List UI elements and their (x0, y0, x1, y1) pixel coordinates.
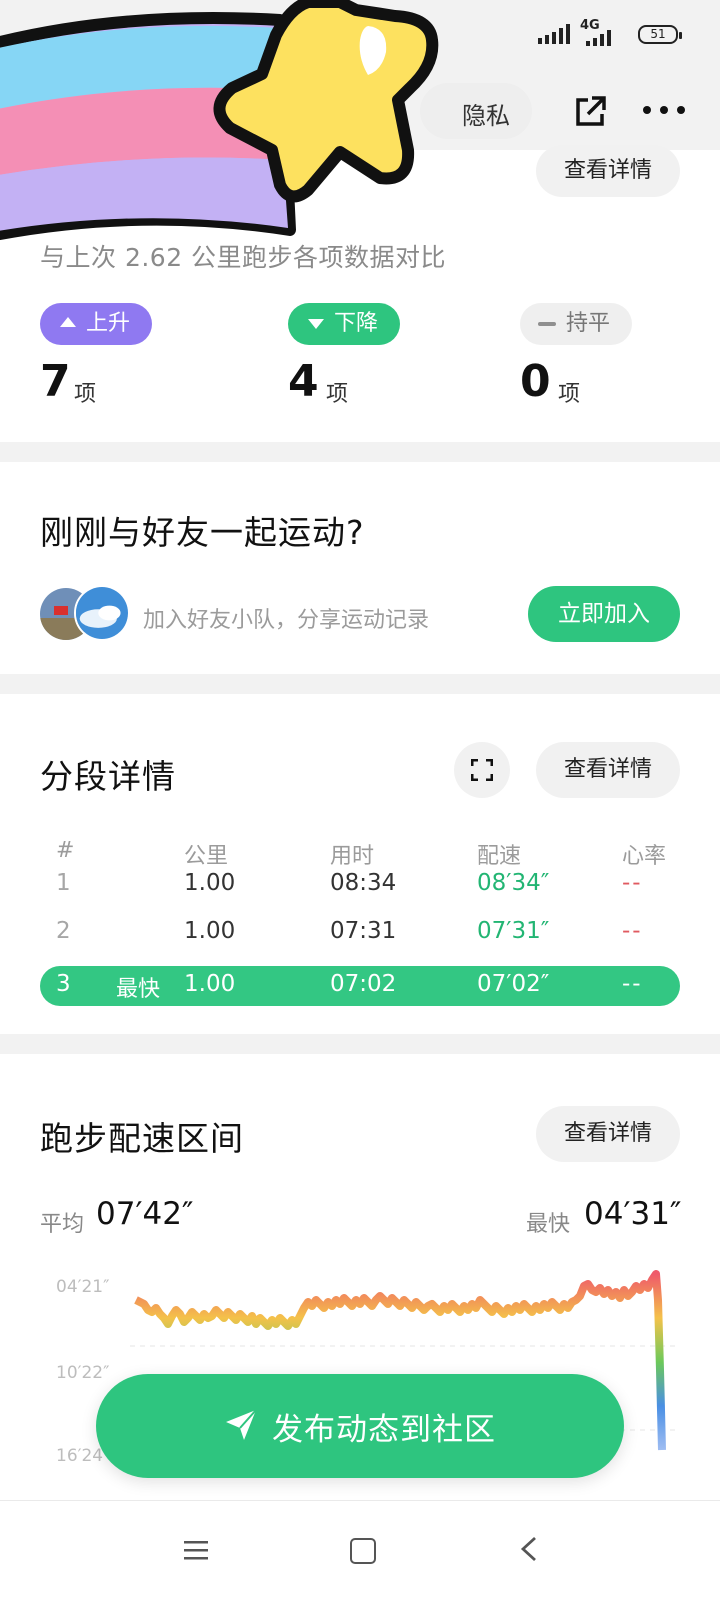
post-to-community-button[interactable]: 发布动态到社区 (96, 1374, 624, 1478)
post-button-label: 发布动态到社区 (272, 1412, 496, 1448)
invite-text: 加入好友小队，分享运动记录 (143, 608, 430, 633)
fastest-split-row: 3 最快 1.00 07:02 07′02″ -- (40, 966, 680, 1006)
col-header-pace: 配速 (477, 844, 522, 869)
triangle-up-icon (60, 317, 76, 327)
friends-card (0, 462, 720, 674)
recent-apps-icon[interactable] (184, 1540, 208, 1560)
split-index: 1 (56, 870, 71, 896)
back-icon[interactable] (520, 1536, 538, 1562)
y-tick-label: 10′22″ (56, 1363, 110, 1383)
split-km: 1.00 (184, 971, 236, 997)
col-header-heart-rate: 心率 (622, 844, 667, 869)
flat-unit: 项 (558, 382, 581, 407)
average-pace-value: 07′42″ (96, 1196, 194, 1232)
down-count: 4 (288, 356, 319, 407)
split-time: 08:34 (330, 870, 397, 896)
split-pace: 07′31″ (477, 918, 550, 944)
send-icon (226, 1409, 257, 1440)
up-label: 上升 (86, 311, 131, 336)
splits-title: 分段详情 (40, 757, 176, 796)
shooting-star-sticker (0, 0, 439, 240)
avatar (74, 585, 130, 641)
split-index: 2 (56, 918, 71, 944)
split-index: 3 (56, 971, 71, 997)
y-tick-label: 04′21″ (56, 1277, 110, 1297)
up-badge: 上升 (40, 303, 152, 345)
col-header-km: 公里 (184, 844, 229, 869)
expand-button[interactable] (454, 742, 510, 798)
fastest-pace-value: 04′31″ (584, 1196, 682, 1232)
average-pace-label: 平均 (40, 1212, 85, 1237)
up-unit: 项 (74, 382, 97, 407)
more-icon[interactable] (642, 104, 686, 116)
share-icon[interactable] (572, 94, 608, 130)
join-button[interactable]: 立即加入 (528, 586, 680, 642)
battery-icon: 51 (638, 25, 682, 44)
triangle-down-icon (308, 319, 324, 329)
view-details-button[interactable]: 查看详情 (536, 742, 680, 798)
flat-count: 0 (520, 356, 551, 407)
split-km: 1.00 (184, 918, 236, 944)
split-km: 1.00 (184, 870, 236, 896)
fastest-pace-label: 最快 (526, 1212, 571, 1237)
split-time: 07:02 (330, 971, 397, 997)
dash-icon (538, 322, 556, 326)
comparison-note: 与上次 2.62 公里跑步各项数据对比 (40, 243, 447, 272)
col-header-time: 用时 (330, 844, 375, 869)
view-details-button[interactable]: 查看详情 (536, 1106, 680, 1162)
down-label: 下降 (334, 311, 379, 336)
flat-label: 持平 (566, 311, 611, 336)
fastest-label: 最快 (116, 977, 161, 1002)
flat-badge: 持平 (520, 303, 632, 345)
split-heart-rate: -- (622, 870, 643, 896)
down-unit: 项 (326, 382, 349, 407)
home-icon[interactable] (350, 1538, 376, 1564)
split-heart-rate: -- (622, 971, 643, 997)
network-4g-icon: 4G (580, 18, 614, 46)
up-count: 7 (40, 356, 71, 407)
view-details-button[interactable]: 查看详情 (536, 145, 680, 197)
col-header-index: # (56, 838, 75, 863)
pace-zone-title: 跑步配速区间 (40, 1119, 244, 1158)
down-badge: 下降 (288, 303, 400, 345)
friends-title: 刚刚与好友一起运动? (40, 513, 365, 552)
split-pace: 08′34″ (477, 870, 550, 896)
fullscreen-icon (471, 759, 493, 781)
split-time: 07:31 (330, 918, 397, 944)
split-pace: 07′02″ (477, 971, 550, 997)
signal-icon (538, 24, 570, 44)
split-heart-rate: -- (622, 918, 643, 944)
privacy-label: 隐私 (462, 102, 510, 130)
